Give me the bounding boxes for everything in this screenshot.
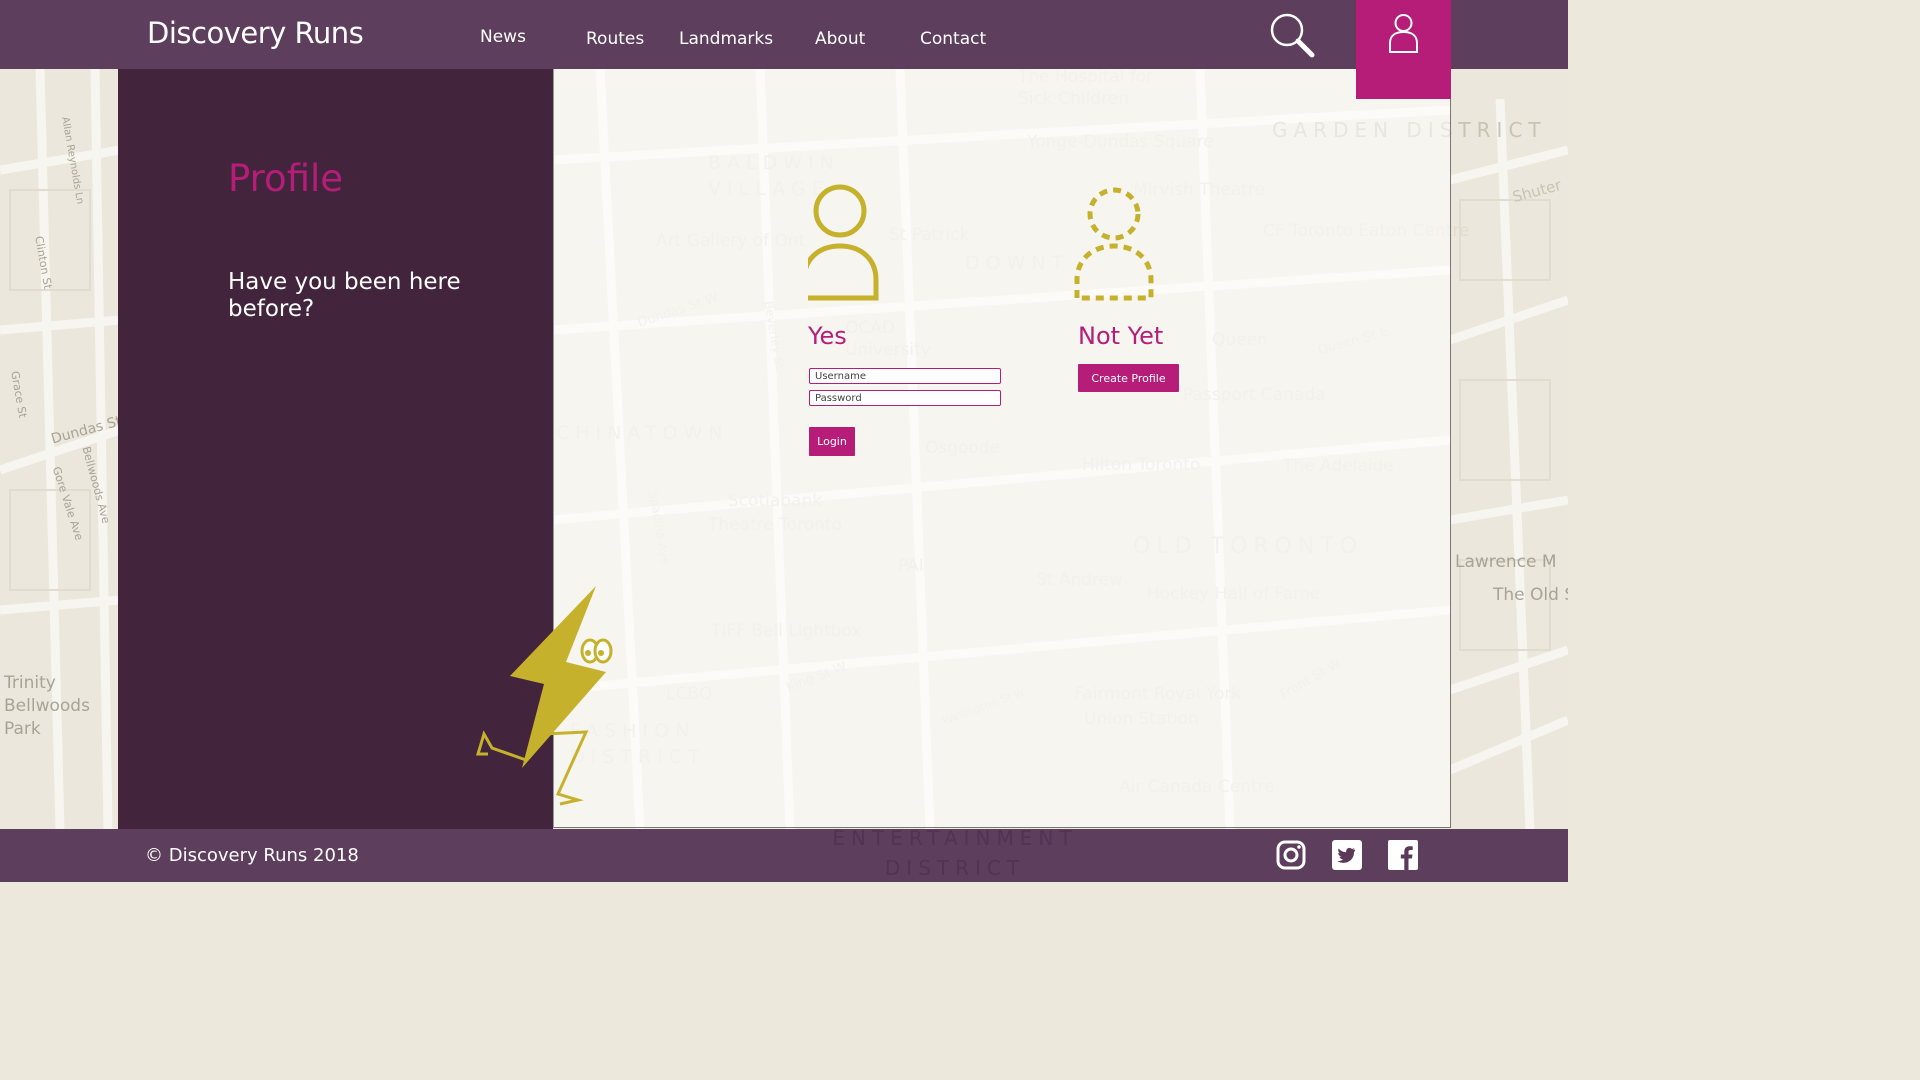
nav-routes[interactable]: Routes xyxy=(586,29,644,49)
main-content-panel xyxy=(553,69,1451,828)
new-user-heading: Not Yet xyxy=(1078,322,1164,350)
login-button[interactable]: Login xyxy=(809,427,855,456)
user-icon xyxy=(1389,14,1418,53)
username-input[interactable] xyxy=(809,368,1001,384)
profile-tab-button[interactable] xyxy=(1356,0,1451,99)
facebook-icon xyxy=(1388,840,1418,870)
facebook-link[interactable] xyxy=(1388,840,1418,870)
instagram-icon xyxy=(1276,840,1306,870)
password-input[interactable] xyxy=(809,390,1001,406)
brand-logo[interactable]: Discovery Runs xyxy=(147,16,364,50)
lightning-mascot-illustration xyxy=(475,586,613,806)
panel-question: Have you been here before? xyxy=(228,269,461,322)
page-title: Profile xyxy=(228,157,344,200)
search-icon xyxy=(1270,13,1315,58)
returning-user-heading: Yes xyxy=(808,322,847,350)
instagram-link[interactable] xyxy=(1276,840,1306,870)
copyright-text: © Discovery Runs 2018 xyxy=(145,845,359,866)
nav-contact[interactable]: Contact xyxy=(920,29,986,49)
nav-about[interactable]: About xyxy=(815,29,865,49)
new-user-icon xyxy=(1074,187,1154,301)
twitter-icon xyxy=(1332,840,1362,870)
create-profile-button[interactable]: Create Profile xyxy=(1078,364,1179,392)
top-navigation-bar: Discovery Runs News Routes Landmarks Abo… xyxy=(0,0,1568,69)
returning-user-icon xyxy=(808,184,879,301)
nav-landmarks[interactable]: Landmarks xyxy=(679,29,773,49)
footer: © Discovery Runs 2018 xyxy=(0,829,1568,882)
twitter-link[interactable] xyxy=(1332,840,1362,870)
search-button[interactable] xyxy=(1266,10,1318,60)
nav-news[interactable]: News xyxy=(480,27,526,47)
